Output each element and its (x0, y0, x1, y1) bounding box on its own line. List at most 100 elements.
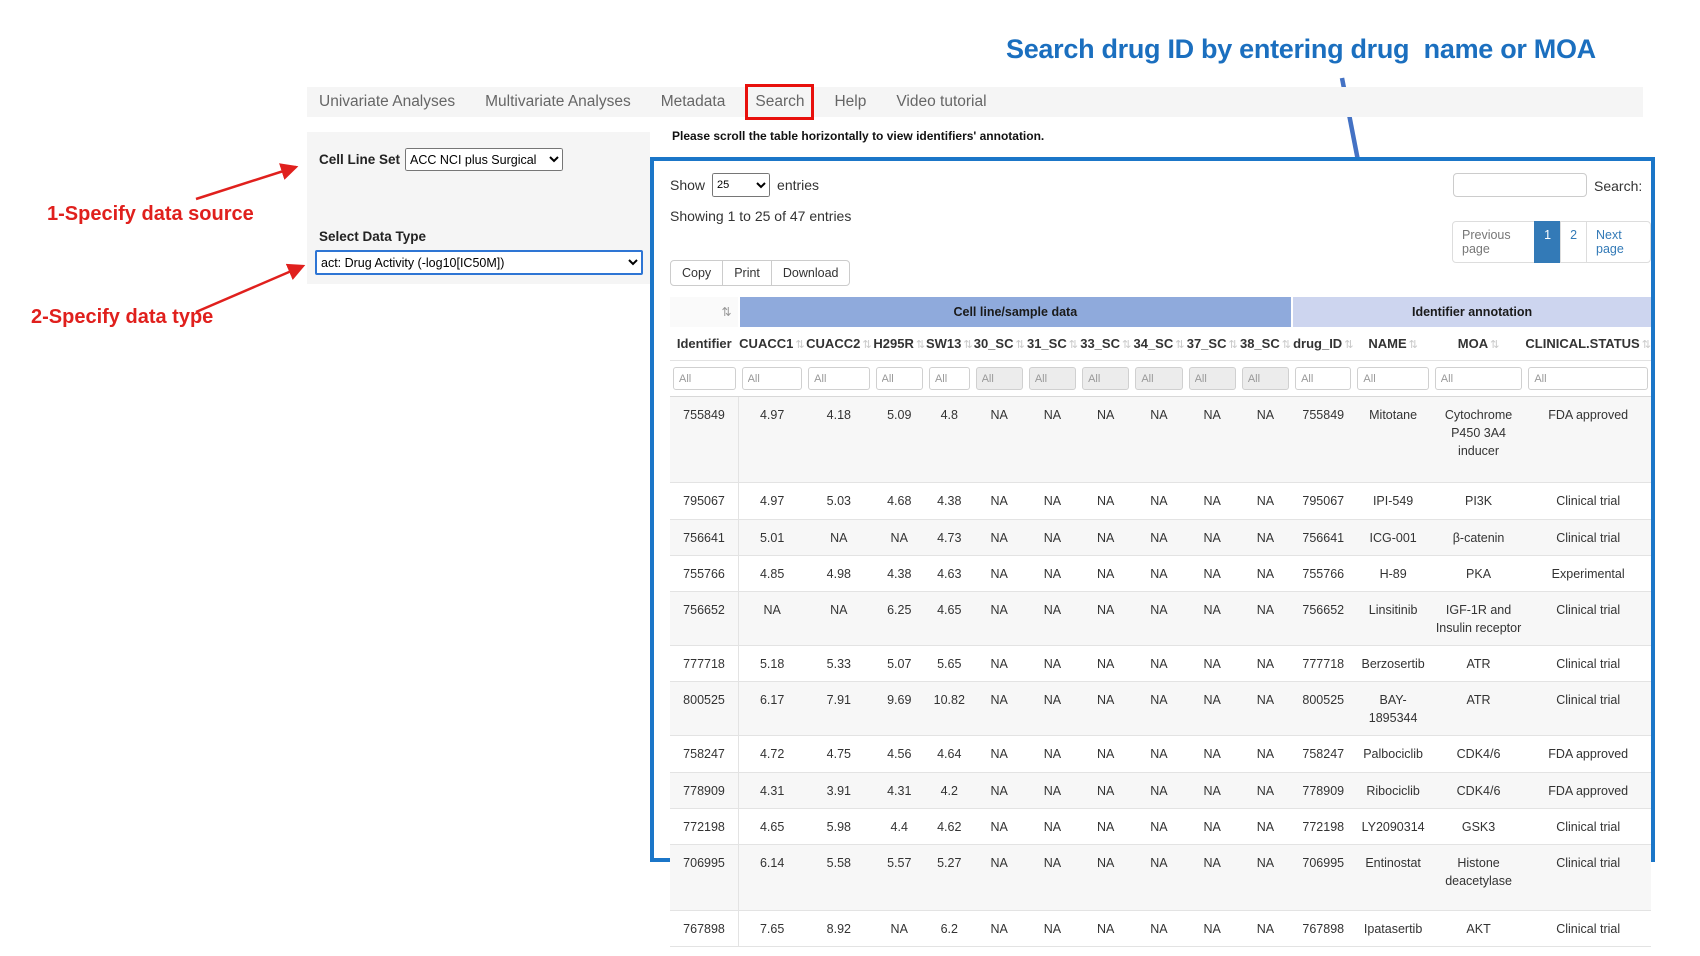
filter-input-33-sc[interactable] (1082, 367, 1129, 390)
cell-30-sc: NA (973, 397, 1026, 483)
sort-icon[interactable]: ⇅ (722, 305, 732, 319)
filter-input-identifier[interactable] (673, 367, 736, 390)
previous-page-button[interactable]: Previous page (1452, 221, 1535, 263)
cell-identifier: 758247 (670, 736, 739, 772)
table-row[interactable]: 7558494.974.185.094.8NANANANANANA755849M… (670, 397, 1651, 483)
filter-input-cuacc2[interactable] (808, 367, 869, 390)
cell-identifier: 767898 (670, 911, 739, 947)
filter-input-30-sc[interactable] (976, 367, 1023, 390)
sort-icon[interactable]: ⇅ (1282, 339, 1291, 351)
page-length-select[interactable]: 25 (712, 173, 770, 197)
sort-icon[interactable]: ⇅ (1409, 339, 1418, 351)
column-header-drug-id[interactable]: drug_ID⇅ (1292, 327, 1354, 361)
cell-h295r: 4.68 (873, 483, 926, 519)
filter-input-sw13[interactable] (929, 367, 970, 390)
sort-icon[interactable]: ⇅ (862, 339, 871, 351)
column-header-sw13[interactable]: SW13⇅ (926, 327, 973, 361)
cell-30-sc: NA (973, 646, 1026, 682)
filter-input-drug-id[interactable] (1295, 367, 1351, 390)
sort-icon[interactable]: ⇅ (1069, 339, 1078, 351)
column-header-37-sc[interactable]: 37_SC⇅ (1186, 327, 1239, 361)
table-row[interactable]: 7777185.185.335.075.65NANANANANANA777718… (670, 646, 1651, 682)
column-header-33-sc[interactable]: 33_SC⇅ (1079, 327, 1132, 361)
filter-input-h295r[interactable] (876, 367, 923, 390)
cell-line-set-select[interactable]: ACC NCI plus Surgical (405, 148, 563, 171)
cell-drug-id: 756641 (1292, 519, 1354, 555)
copy-button[interactable]: Copy (670, 260, 723, 286)
column-header-cuacc2[interactable]: CUACC2⇅ (805, 327, 872, 361)
cell-moa: AKT (1432, 911, 1526, 947)
sort-icon[interactable]: ⇅ (1344, 339, 1353, 351)
pagination: Previous page12Next page (1452, 221, 1651, 263)
group-header-cell-line-data: Cell line/sample data (739, 297, 1293, 327)
cell-cuacc1: NA (739, 591, 806, 645)
filter-input-moa[interactable] (1435, 367, 1523, 390)
page-button-2[interactable]: 2 (1560, 221, 1587, 263)
identifier-sort-cell[interactable]: ⇅ (670, 297, 739, 327)
cell-drug-id: 800525 (1292, 682, 1354, 736)
cell-cuacc2: 5.98 (805, 808, 872, 844)
table-row[interactable]: 7721984.655.984.44.62NANANANANANA772198L… (670, 808, 1651, 844)
cell-sw13: 4.63 (926, 555, 973, 591)
cell-cuacc2: 5.58 (805, 844, 872, 910)
table-row[interactable]: 7678987.658.92NA6.2NANANANANANA767898Ipa… (670, 911, 1651, 947)
print-button[interactable]: Print (722, 260, 772, 286)
column-header-moa[interactable]: MOA⇅ (1432, 327, 1526, 361)
table-row[interactable]: 8005256.177.919.6910.82NANANANANANA80052… (670, 682, 1651, 736)
filter-input-clinical-status[interactable] (1528, 367, 1648, 390)
table-row[interactable]: 7557664.854.984.384.63NANANANANANA755766… (670, 555, 1651, 591)
column-header-h295r[interactable]: H295R⇅ (873, 327, 926, 361)
next-page-button[interactable]: Next page (1586, 221, 1651, 263)
sort-icon[interactable]: ⇅ (1490, 339, 1499, 351)
cell-name: H-89 (1354, 555, 1431, 591)
page-button-1[interactable]: 1 (1534, 221, 1561, 263)
filter-input-cuacc1[interactable] (742, 367, 803, 390)
cell-38-sc: NA (1239, 844, 1292, 910)
cell-drug-id: 758247 (1292, 736, 1354, 772)
cell-34-sc: NA (1132, 911, 1185, 947)
table-row[interactable]: 7582474.724.754.564.64NANANANANANA758247… (670, 736, 1651, 772)
nav-item-multivariate-analyses[interactable]: Multivariate Analyses (483, 91, 633, 113)
table-row[interactable]: 756652NANA6.254.65NANANANANANA756652Lins… (670, 591, 1651, 645)
column-header-identifier[interactable]: Identifier (670, 327, 739, 361)
sort-icon[interactable]: ⇅ (795, 339, 804, 351)
column-header-31-sc[interactable]: 31_SC⇅ (1026, 327, 1079, 361)
filter-input-name[interactable] (1357, 367, 1428, 390)
nav-item-video-tutorial[interactable]: Video tutorial (894, 91, 988, 113)
sort-icon[interactable]: ⇅ (1015, 339, 1024, 351)
column-header-name[interactable]: NAME⇅ (1354, 327, 1431, 361)
nav-item-univariate-analyses[interactable]: Univariate Analyses (317, 91, 457, 113)
cell-cuacc1: 4.85 (739, 555, 806, 591)
sort-icon[interactable]: ⇅ (963, 339, 972, 351)
sort-icon[interactable]: ⇅ (1642, 339, 1651, 351)
filter-input-31-sc[interactable] (1029, 367, 1076, 390)
cell-33-sc: NA (1079, 772, 1132, 808)
column-header-34-sc[interactable]: 34_SC⇅ (1132, 327, 1185, 361)
column-header-row: IdentifierCUACC1⇅CUACC2⇅H295R⇅SW13⇅30_SC… (670, 327, 1651, 361)
filter-input-37-sc[interactable] (1189, 367, 1236, 390)
search-input[interactable] (1453, 173, 1587, 197)
filter-input-38-sc[interactable] (1242, 367, 1289, 390)
sort-icon[interactable]: ⇅ (1122, 339, 1131, 351)
table-row[interactable]: 7789094.313.914.314.2NANANANANANA778909R… (670, 772, 1651, 808)
sort-icon[interactable]: ⇅ (916, 339, 925, 351)
cell-name: LY2090314 (1354, 808, 1431, 844)
column-header-cuacc1[interactable]: CUACC1⇅ (739, 327, 806, 361)
nav-item-metadata[interactable]: Metadata (659, 91, 728, 113)
download-button[interactable]: Download (771, 260, 851, 286)
sort-icon[interactable]: ⇅ (1175, 339, 1184, 351)
sort-icon[interactable]: ⇅ (1228, 339, 1237, 351)
table-row[interactable]: 7950674.975.034.684.38NANANANANANA795067… (670, 483, 1651, 519)
cell-38-sc: NA (1239, 591, 1292, 645)
nav-item-search[interactable]: Search (753, 91, 806, 113)
data-type-select[interactable]: act: Drug Activity (-log10[IC50M]) (315, 250, 643, 275)
column-header-30-sc[interactable]: 30_SC⇅ (973, 327, 1026, 361)
table-row[interactable]: 7069956.145.585.575.27NANANANANANA706995… (670, 844, 1651, 910)
filter-input-34-sc[interactable] (1135, 367, 1182, 390)
column-header-clinical-status[interactable]: CLINICAL.STATUS⇅ (1525, 327, 1651, 361)
cell-sw13: 5.65 (926, 646, 973, 682)
cell-identifier: 800525 (670, 682, 739, 736)
nav-item-help[interactable]: Help (832, 91, 868, 113)
column-header-38-sc[interactable]: 38_SC⇅ (1239, 327, 1292, 361)
table-row[interactable]: 7566415.01NANA4.73NANANANANANA756641ICG-… (670, 519, 1651, 555)
